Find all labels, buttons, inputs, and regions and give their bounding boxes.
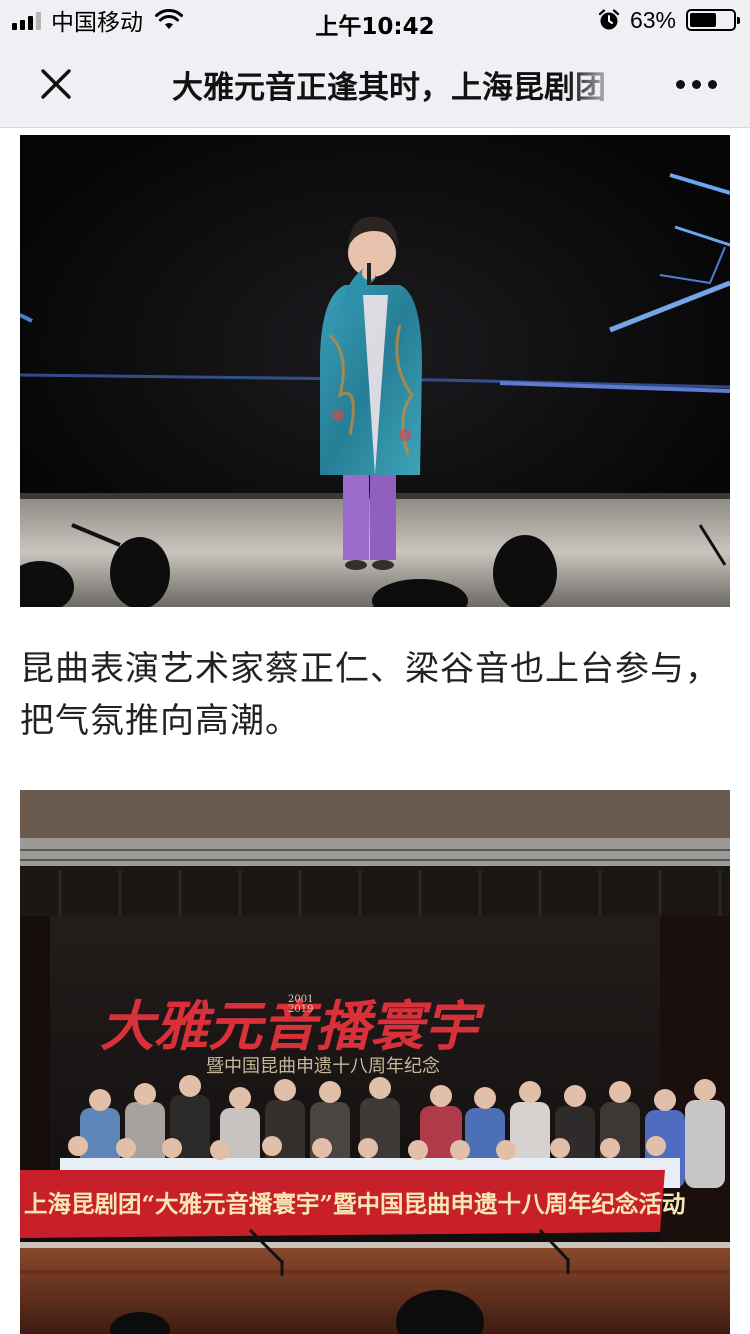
nav-bar: 大雅元音正逢其时，上海昆剧团 <box>0 40 750 128</box>
page-title: 大雅元音正逢其时，上海昆剧团 <box>172 70 606 106</box>
red-banner-text: 上海昆剧团“大雅元音播寰宇”暨中国昆曲申遗十八周年纪念活动 <box>24 1190 686 1218</box>
more-icon <box>675 79 685 89</box>
more-button[interactable] <box>668 60 724 108</box>
battery-percent: 63% <box>629 6 676 33</box>
signal-icon <box>12 10 41 30</box>
article-photo-group: 大雅元音播寰宇 2001 2019 暨中国昆曲申遗十八周年纪念 上海昆剧团“大雅… <box>20 790 730 1334</box>
wifi-icon <box>155 9 183 29</box>
carrier-label: 中国移动 <box>51 10 143 36</box>
more-icon-dot <box>707 79 717 89</box>
more-icon-dot <box>691 79 701 89</box>
battery-icon <box>686 9 740 31</box>
close-button[interactable] <box>28 58 84 110</box>
alarm-icon <box>598 9 620 30</box>
article-caption: 昆曲表演艺术家蔡正仁、梁谷音也上台参与，把气氛推向高潮。 <box>20 649 720 741</box>
close-icon <box>41 69 71 99</box>
status-bar: 中国移动 上午10:42 63% <box>0 0 750 40</box>
banner-subtitle: 暨中国昆曲申遗十八周年纪念 <box>206 1055 440 1077</box>
banner-year-bottom: 2019 <box>288 1004 313 1015</box>
article-photo-performer <box>20 135 730 607</box>
battery-level <box>690 13 717 27</box>
